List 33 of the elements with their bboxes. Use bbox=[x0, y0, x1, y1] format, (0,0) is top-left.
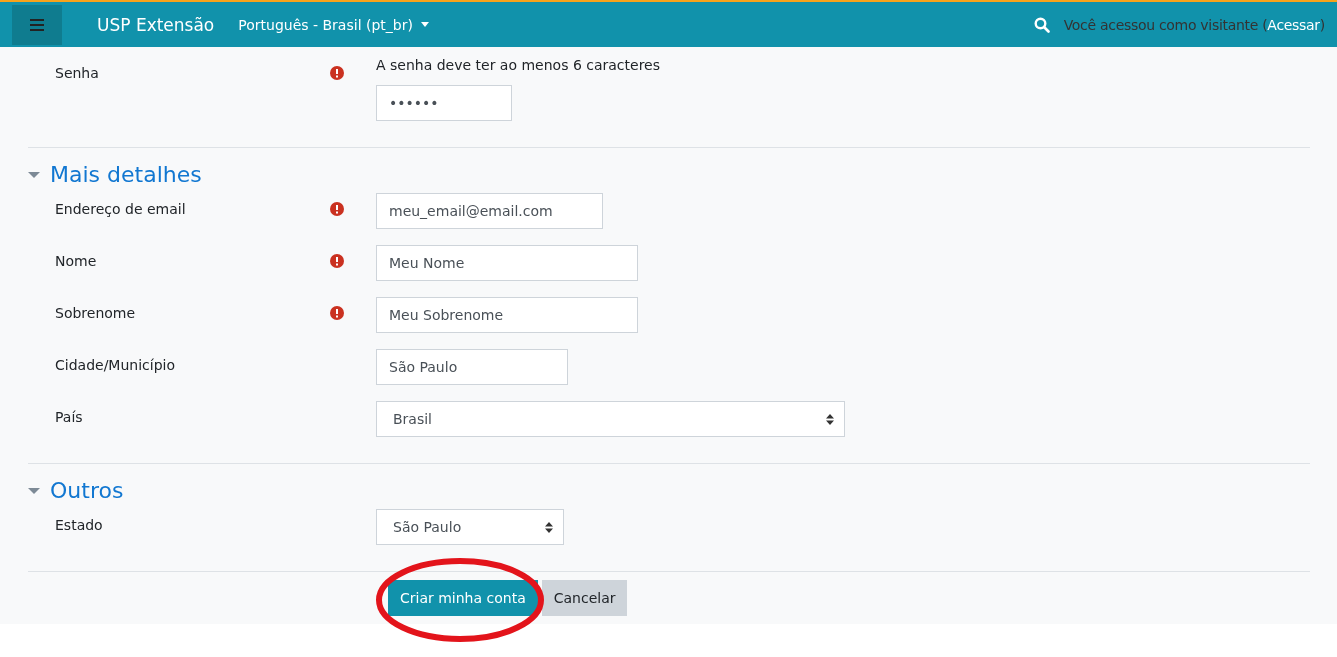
field-label: Sobrenome bbox=[55, 304, 137, 321]
field-label: Senha bbox=[55, 64, 100, 81]
field-label: Cidade/Município bbox=[55, 356, 176, 373]
field-hint: A senha deve ter ao menos 6 caracteres bbox=[376, 57, 662, 73]
search-icon[interactable] bbox=[1033, 16, 1050, 33]
site-title: USP Extensão bbox=[97, 14, 215, 35]
input-field[interactable]: meu_email@email.com bbox=[376, 193, 603, 229]
submit-button[interactable]: Criar minha conta bbox=[388, 580, 538, 616]
cancel-button[interactable]: Cancelar bbox=[541, 580, 628, 616]
required-icon bbox=[330, 66, 344, 80]
required-icon bbox=[330, 202, 344, 216]
sort-icon bbox=[826, 413, 834, 425]
caret-icon bbox=[420, 22, 429, 27]
login-status: Você acessou como visitante (Acessar) bbox=[1063, 16, 1325, 33]
input-field[interactable]: São Paulo bbox=[376, 349, 568, 385]
menu-icon bbox=[30, 18, 44, 31]
sort-icon bbox=[545, 521, 553, 533]
required-icon bbox=[330, 306, 344, 320]
field-label: Nome bbox=[55, 252, 98, 269]
select-field[interactable]: Brasil bbox=[376, 401, 845, 437]
field-label: País bbox=[55, 408, 84, 425]
required-icon bbox=[330, 254, 344, 268]
field-label: Estado bbox=[55, 516, 104, 533]
input-field[interactable]: Meu Nome bbox=[376, 245, 638, 281]
login-link[interactable]: Acessar bbox=[1267, 16, 1320, 33]
input-field[interactable]: Meu Sobrenome bbox=[376, 297, 638, 333]
select-field[interactable]: São Paulo bbox=[376, 509, 564, 545]
language-menu[interactable]: Português - Brasil (pt_br) bbox=[238, 16, 429, 33]
password-field[interactable]: •••••• bbox=[376, 85, 512, 121]
section-title[interactable]: Outros bbox=[50, 478, 124, 503]
field-label: Endereço de email bbox=[55, 200, 187, 217]
section-title[interactable]: Mais detalhes bbox=[50, 162, 202, 187]
menu-button[interactable] bbox=[12, 4, 62, 45]
